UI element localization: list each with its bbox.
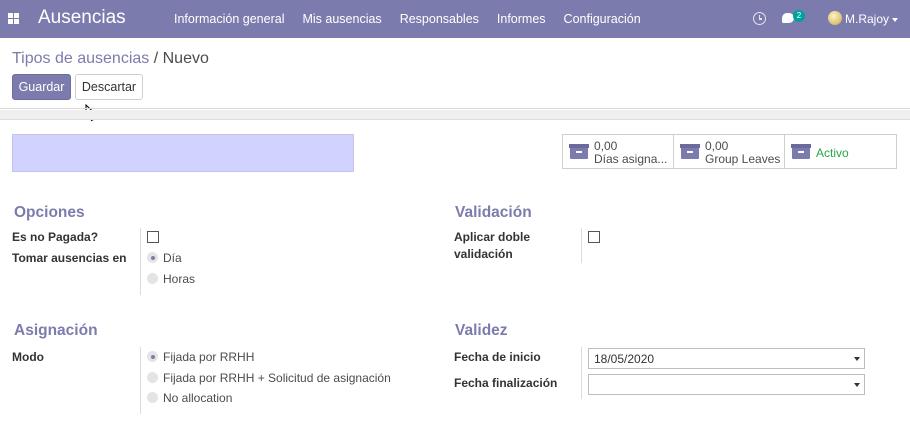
end-date-input[interactable] xyxy=(588,374,865,395)
field-separator xyxy=(140,228,141,295)
save-button[interactable]: Guardar xyxy=(12,74,71,100)
menu-item-mis-ausencias[interactable]: Mis ausencias xyxy=(293,0,390,38)
mode-hr-request-radio[interactable] xyxy=(147,372,158,383)
start-date-caret-icon[interactable] xyxy=(854,357,860,361)
menu-item-informes[interactable]: Informes xyxy=(488,0,555,38)
active-status-label: Activo xyxy=(816,146,849,160)
unpaid-checkbox[interactable] xyxy=(147,231,159,243)
end-date-caret-icon[interactable] xyxy=(854,383,860,387)
take-leave-in-label: Tomar ausencias en xyxy=(12,251,127,265)
asignacion-group-title: Asignación xyxy=(14,322,98,339)
start-date-label: Fecha de inicio xyxy=(454,350,541,364)
opciones-group-title: Opciones xyxy=(14,204,85,221)
group-leaves-label: Group Leaves xyxy=(705,152,781,166)
discard-button[interactable]: Descartar xyxy=(75,74,143,100)
mode-hr-label[interactable]: Fijada por RRHH xyxy=(163,350,254,364)
field-separator xyxy=(581,228,582,263)
form-sheet-background xyxy=(0,110,910,120)
apps-menu-icon[interactable] xyxy=(8,13,20,25)
mode-no-allocation-label[interactable]: No allocation xyxy=(163,391,232,405)
menu-item-informacion-general[interactable]: Información general xyxy=(165,0,293,38)
active-toggle-button[interactable]: Activo xyxy=(785,135,896,168)
main-menu: Información general Mis ausencias Respon… xyxy=(165,0,650,38)
take-leave-hours-label[interactable]: Horas xyxy=(163,272,195,286)
messages-count-badge: 2 xyxy=(793,10,805,22)
double-validation-label-line1: Aplicar doble xyxy=(454,230,531,244)
app-title[interactable]: Ausencias xyxy=(38,7,126,29)
menu-item-configuracion[interactable]: Configuración xyxy=(555,0,650,38)
unpaid-label: Es no Pagada? xyxy=(12,230,99,244)
smart-button-box: 0,00 Días asigna... 0,00 Group Leaves Ac… xyxy=(562,134,897,169)
mode-hr-request-label[interactable]: Fijada por RRHH + Solicitud de asignació… xyxy=(163,371,391,385)
breadcrumb-separator: / xyxy=(153,50,159,67)
user-menu[interactable]: M.Rajoy xyxy=(845,12,889,26)
allocated-days-value: 0,00 xyxy=(594,139,618,153)
field-separator xyxy=(140,347,141,414)
group-leaves-value: 0,00 xyxy=(705,139,729,153)
breadcrumb-parent-link[interactable]: Tipos de ausencias xyxy=(12,50,149,67)
allocated-days-button[interactable]: 0,00 Días asigna... xyxy=(563,135,674,168)
allocation-mode-label: Modo xyxy=(12,350,44,364)
validacion-group-title: Validación xyxy=(455,204,532,221)
activities-clock-icon[interactable] xyxy=(753,12,766,25)
user-avatar[interactable] xyxy=(828,11,842,25)
start-date-value: 18/05/2020 xyxy=(594,352,655,366)
group-leaves-button[interactable]: 0,00 Group Leaves xyxy=(674,135,785,168)
take-leave-hours-radio[interactable] xyxy=(147,273,158,284)
leave-type-name-input[interactable] xyxy=(12,134,354,172)
start-date-input[interactable]: 18/05/2020 xyxy=(588,348,865,369)
user-caret-icon[interactable] xyxy=(892,18,898,22)
take-leave-day-radio[interactable] xyxy=(147,252,158,263)
take-leave-day-label[interactable]: Día xyxy=(163,251,182,265)
double-validation-checkbox[interactable] xyxy=(588,231,600,243)
mode-no-allocation-radio[interactable] xyxy=(147,392,158,403)
breadcrumb-current: Nuevo xyxy=(162,50,209,67)
top-navbar: Ausencias Información general Mis ausenc… xyxy=(0,0,910,38)
archive-icon xyxy=(680,144,700,159)
breadcrumb: Tipos de ausencias / Nuevo xyxy=(12,50,209,68)
double-validation-label-line2: validación xyxy=(454,247,513,261)
end-date-label: Fecha finalización xyxy=(454,376,558,390)
control-panel-divider xyxy=(0,108,910,109)
archive-icon xyxy=(791,144,811,159)
allocated-days-label: Días asigna... xyxy=(594,152,668,166)
menu-item-responsables[interactable]: Responsables xyxy=(391,0,488,38)
archive-icon xyxy=(569,144,589,159)
validez-group-title: Validez xyxy=(455,322,508,339)
mode-hr-radio[interactable] xyxy=(147,351,158,362)
field-separator xyxy=(581,347,582,399)
